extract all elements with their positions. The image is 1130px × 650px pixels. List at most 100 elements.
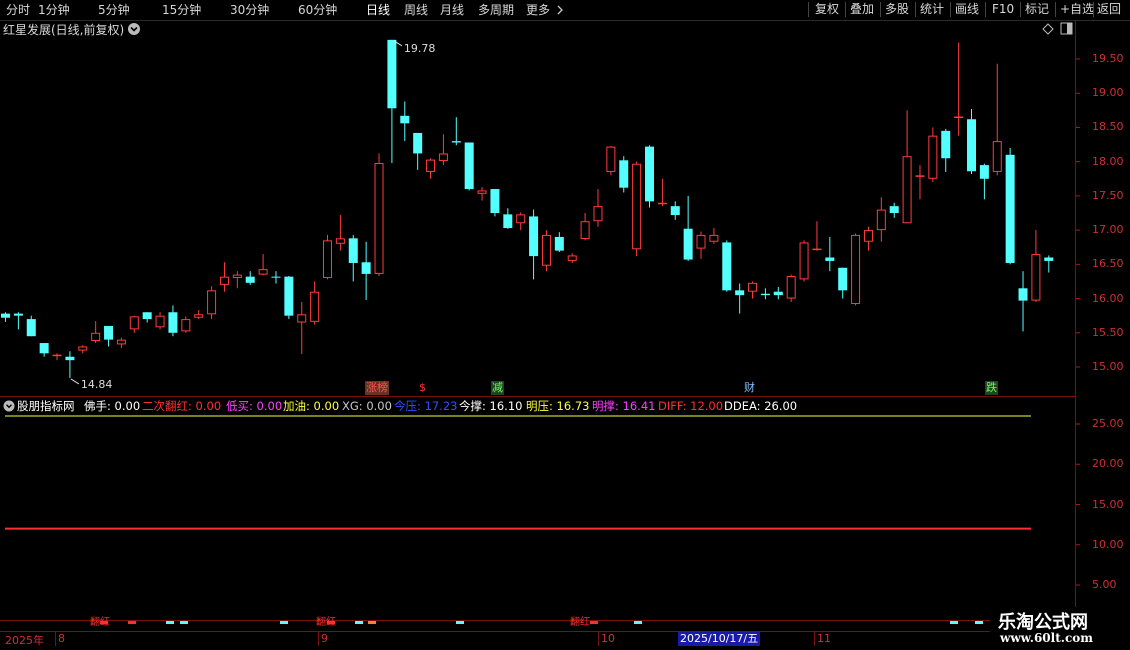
candle bbox=[219, 262, 229, 292]
price-tick-label: 16.50 bbox=[1092, 257, 1124, 271]
f10-button[interactable]: F10 bbox=[990, 1, 1016, 18]
candle-body bbox=[967, 119, 976, 172]
candle-body bbox=[1044, 257, 1054, 261]
signal-dash bbox=[128, 621, 136, 624]
period-tab-multi[interactable]: 多周期 bbox=[478, 2, 514, 18]
candle-body bbox=[554, 236, 564, 251]
period-tab-1min[interactable]: 1分钟 bbox=[38, 2, 70, 18]
candle-body bbox=[232, 274, 242, 279]
candle bbox=[760, 288, 770, 300]
multi-stock-button[interactable]: 多股 bbox=[883, 1, 911, 18]
candle-body bbox=[748, 282, 758, 292]
candle bbox=[1, 312, 10, 322]
period-tab-daily[interactable]: 日线 bbox=[366, 2, 390, 18]
watermark-url: www.60lt.com bbox=[1000, 631, 1093, 645]
period-tab-fenshi[interactable]: 分时 bbox=[6, 2, 30, 18]
candle bbox=[451, 117, 461, 146]
fanhong-marker: 翻红 bbox=[316, 617, 336, 628]
candle-body bbox=[104, 325, 114, 340]
candle bbox=[258, 254, 268, 276]
candle-body bbox=[1005, 154, 1015, 263]
candle bbox=[992, 63, 1002, 176]
candle-body bbox=[851, 234, 861, 305]
candle-body bbox=[541, 234, 551, 266]
candle bbox=[104, 325, 114, 347]
back-button[interactable]: 返回 bbox=[1095, 1, 1123, 18]
price-tick-label: 15.50 bbox=[1092, 325, 1124, 339]
candle bbox=[606, 145, 616, 176]
candle bbox=[400, 101, 410, 142]
candle-body bbox=[567, 255, 577, 261]
period-tab-more[interactable]: 更多 bbox=[526, 2, 550, 18]
candle bbox=[670, 201, 680, 220]
candle bbox=[361, 241, 371, 300]
draw-line-button[interactable]: 画线 bbox=[953, 1, 981, 18]
candle-body bbox=[91, 332, 101, 341]
candle bbox=[13, 312, 23, 330]
signal-dash bbox=[355, 621, 363, 624]
period-tab-60min[interactable]: 60分钟 bbox=[298, 2, 337, 18]
candle-body bbox=[52, 354, 62, 357]
candle-body bbox=[799, 242, 809, 280]
candle-body bbox=[503, 214, 513, 229]
statistics-button[interactable]: 统计 bbox=[918, 1, 946, 18]
candle-body bbox=[271, 276, 281, 278]
candle-body bbox=[876, 209, 886, 231]
candle bbox=[979, 163, 989, 200]
candle-body bbox=[374, 163, 384, 274]
candle-body bbox=[78, 346, 88, 351]
candlestick-chart[interactable]: 19.78 14.84 bbox=[0, 37, 1130, 396]
overlay-button[interactable]: 叠加 bbox=[848, 1, 876, 18]
candle bbox=[812, 221, 822, 251]
candle bbox=[323, 234, 332, 280]
mark-button[interactable]: 标记 bbox=[1023, 1, 1051, 18]
candle-body bbox=[696, 234, 706, 249]
candle bbox=[541, 230, 551, 272]
indicator-chart[interactable] bbox=[0, 412, 1130, 621]
month-label-9: 9 bbox=[321, 632, 328, 645]
candle-body bbox=[709, 234, 719, 242]
candle-body bbox=[155, 315, 165, 328]
period-tab-5min[interactable]: 5分钟 bbox=[98, 2, 130, 18]
signal-dash bbox=[590, 621, 598, 624]
signal-dash bbox=[166, 621, 174, 624]
diamond-icon[interactable] bbox=[1042, 23, 1054, 35]
candle bbox=[284, 275, 294, 320]
period-tab-30min[interactable]: 30分钟 bbox=[230, 2, 269, 18]
candle-body bbox=[593, 206, 603, 222]
chevron-down-icon[interactable] bbox=[127, 22, 141, 36]
candle-body bbox=[773, 291, 783, 296]
candle bbox=[78, 345, 88, 354]
candle-body bbox=[258, 269, 268, 275]
indicator-tick-label: 5.00 bbox=[1092, 578, 1117, 591]
candle bbox=[207, 286, 217, 320]
indicator-chevron-icon[interactable] bbox=[3, 400, 15, 412]
candle-body bbox=[619, 160, 629, 188]
candle bbox=[39, 343, 49, 357]
candle-body bbox=[168, 312, 178, 333]
candle bbox=[1044, 255, 1054, 273]
candle-body bbox=[670, 206, 680, 216]
chevron-right-icon[interactable] bbox=[556, 5, 564, 15]
add-watchlist-button[interactable]: +自选 bbox=[1058, 1, 1096, 18]
fuquan-button[interactable]: 复权 bbox=[813, 1, 841, 18]
candle-body bbox=[1031, 254, 1041, 301]
candle-body bbox=[387, 39, 397, 109]
signal-dash bbox=[180, 621, 188, 624]
candle-body bbox=[400, 115, 410, 124]
panel-toggle-icon[interactable] bbox=[1060, 22, 1073, 35]
candle-body bbox=[928, 135, 938, 179]
candle-body bbox=[194, 314, 204, 318]
price-tick-label: 15.00 bbox=[1092, 360, 1124, 373]
candle-body bbox=[580, 221, 590, 240]
low-label: 14.84 bbox=[81, 378, 113, 391]
period-tab-15min[interactable]: 15分钟 bbox=[162, 2, 201, 18]
candle bbox=[426, 158, 436, 179]
indicator-tick-label: 15.00 bbox=[1092, 497, 1124, 511]
period-tab-weekly[interactable]: 周线 bbox=[404, 2, 428, 18]
period-tab-monthly[interactable]: 月线 bbox=[440, 2, 464, 18]
signal-dash bbox=[975, 621, 983, 624]
candle bbox=[477, 186, 487, 201]
candle-body bbox=[13, 313, 23, 316]
candle-body bbox=[825, 257, 835, 261]
